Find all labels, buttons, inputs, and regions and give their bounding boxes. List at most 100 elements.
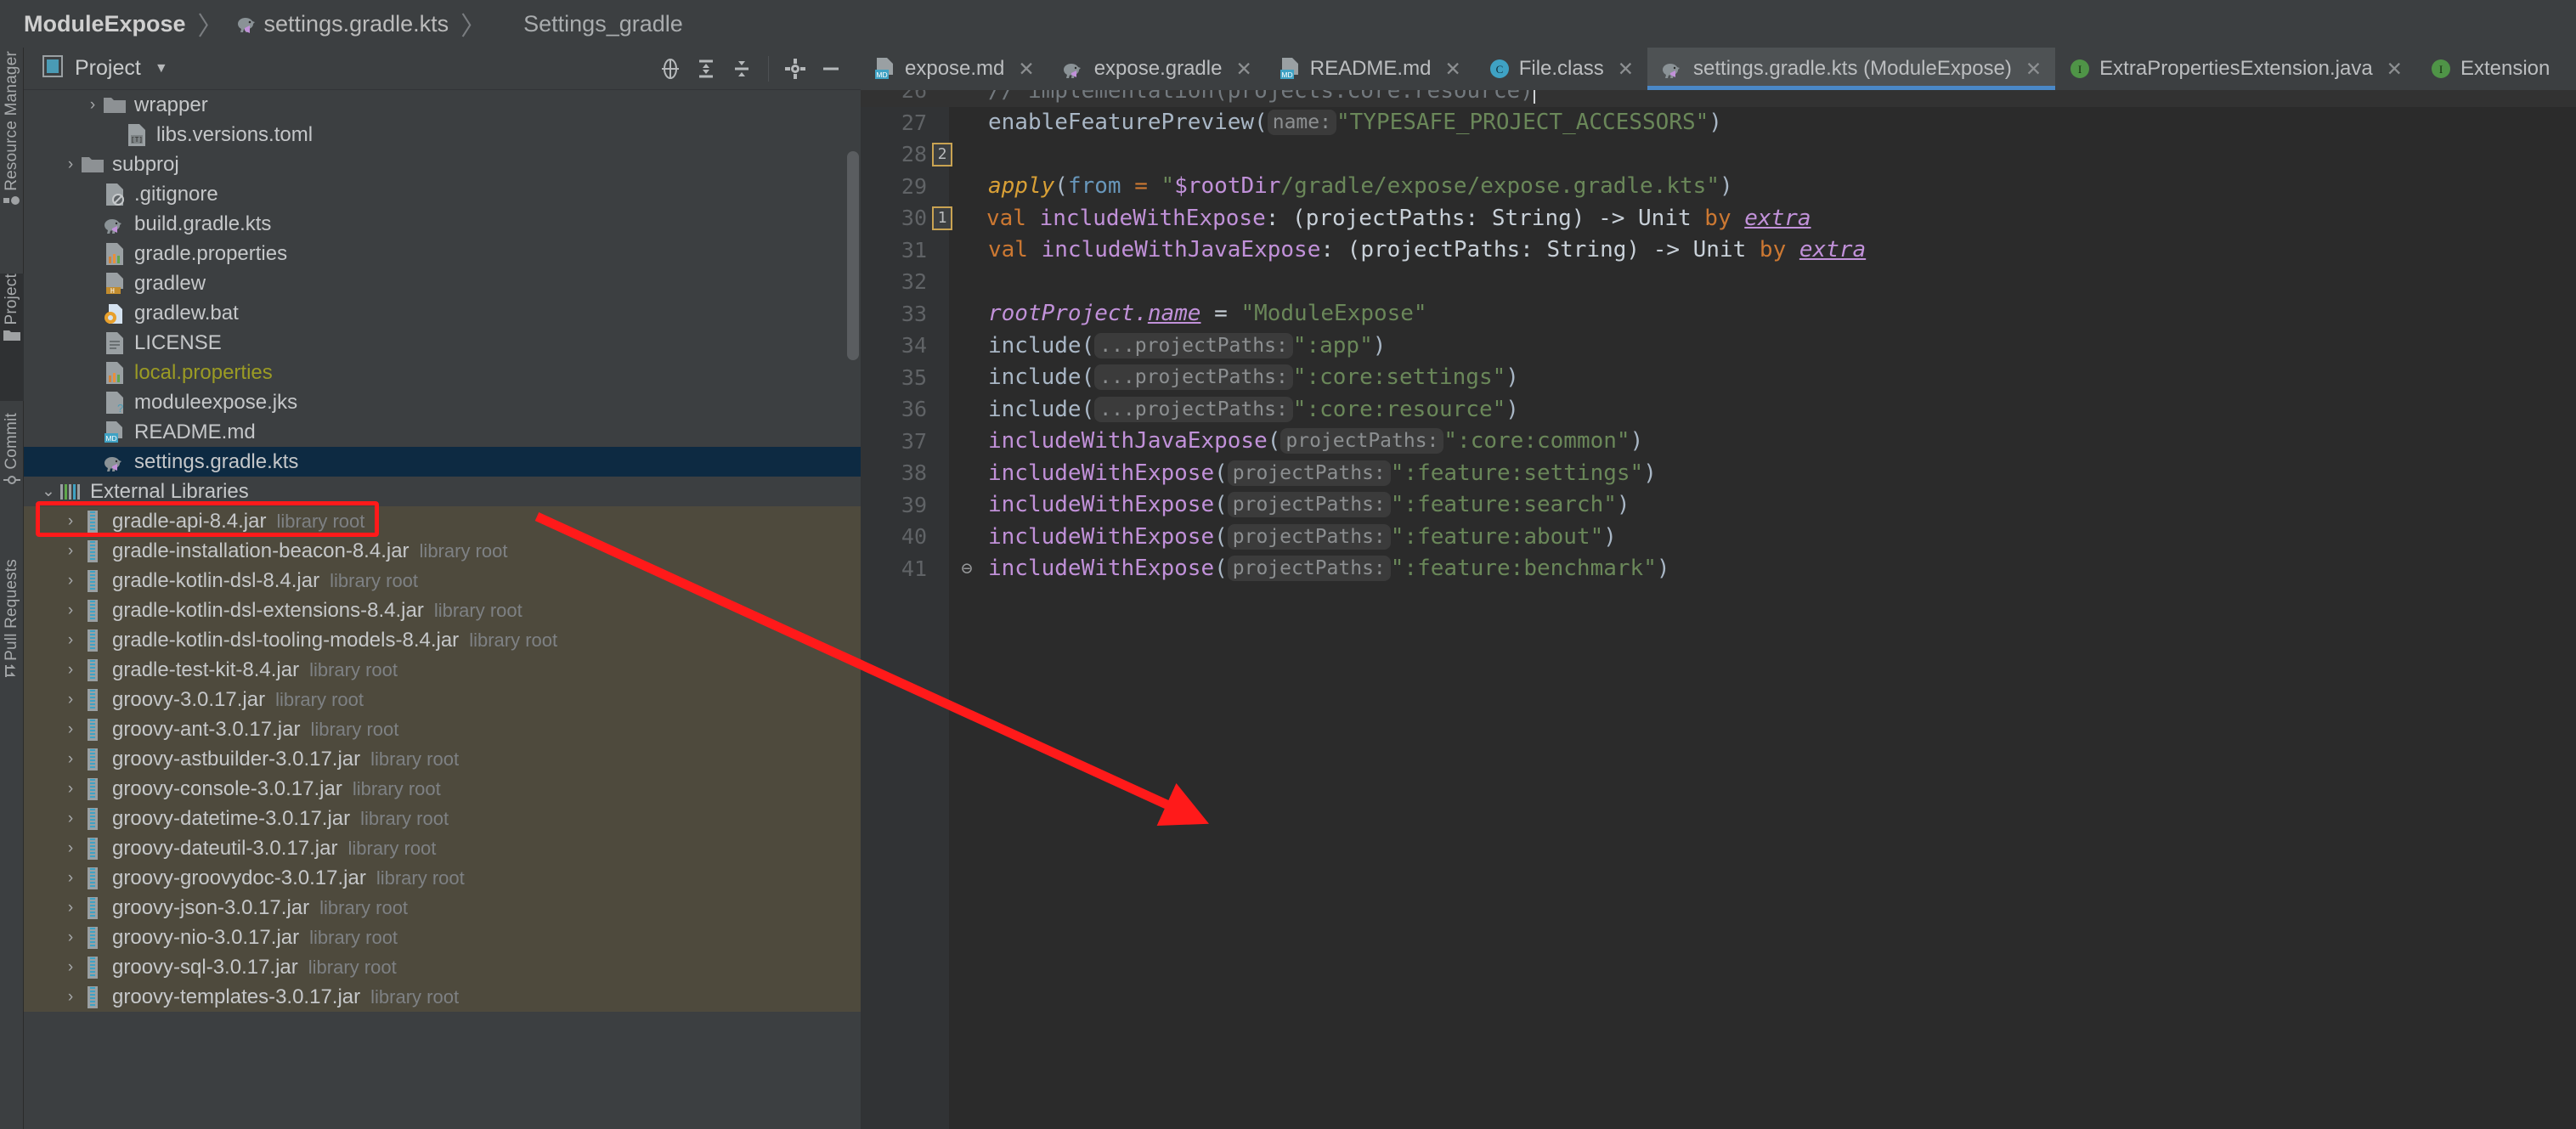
chevron-icon[interactable]: › xyxy=(61,572,80,590)
tree-item[interactable]: ›groovy-ant-3.0.17.jarlibrary root xyxy=(24,714,861,744)
close-icon[interactable]: ✕ xyxy=(2025,58,2042,81)
code-line[interactable]: 33rootProject.name = "ModuleExpose" xyxy=(861,298,2576,330)
line-number[interactable]: 29 xyxy=(861,174,927,199)
line-number[interactable]: 31 xyxy=(861,238,927,262)
chevron-icon[interactable]: › xyxy=(61,869,80,888)
line-number[interactable]: 38 xyxy=(861,460,927,485)
chevron-icon[interactable]: › xyxy=(61,542,80,561)
breadcrumb-project[interactable]: ModuleExpose xyxy=(24,11,186,37)
line-number[interactable]: 35 xyxy=(861,365,927,390)
tree-item[interactable]: ›groovy-json-3.0.17.jarlibrary root xyxy=(24,893,861,923)
code-line[interactable]: 26// implementation(projects.core.resour… xyxy=(861,90,2576,107)
code-line[interactable]: 36include(...projectPaths:":core:resourc… xyxy=(861,393,2576,426)
chevron-icon[interactable]: › xyxy=(61,780,80,799)
close-icon[interactable]: ✕ xyxy=(1618,58,1634,81)
tool-strip-item-project[interactable]: Project xyxy=(0,274,24,401)
tool-strip-item-resource-manager[interactable]: Resource Manager xyxy=(0,51,24,263)
close-icon[interactable]: ✕ xyxy=(1018,58,1034,81)
project-tree-scrollbar[interactable] xyxy=(847,151,859,360)
line-number[interactable]: 28 xyxy=(861,142,927,167)
tree-item[interactable]: gradle.properties xyxy=(24,239,861,268)
tree-item[interactable]: build.gradle.kts xyxy=(24,209,861,239)
code-line[interactable]: 27enableFeaturePreview(name:"TYPESAFE_PR… xyxy=(861,107,2576,139)
tree-item[interactable]: local.properties xyxy=(24,358,861,387)
editor-tab[interactable]: CFile.class✕ xyxy=(1475,48,1647,90)
tree-item[interactable]: ›gradle-kotlin-dsl-extensions-8.4.jarlib… xyxy=(24,596,861,625)
settings-gear-icon[interactable] xyxy=(777,51,813,87)
tree-item[interactable]: ⌄External Libraries xyxy=(24,477,861,506)
chevron-icon[interactable]: › xyxy=(61,750,80,769)
code-fold-icon[interactable]: ⊖ xyxy=(958,558,976,579)
code-line[interactable]: 41⊖includeWithExpose(projectPaths:":feat… xyxy=(861,553,2576,585)
tree-item[interactable]: ›gradle-api-8.4.jarlibrary root xyxy=(24,506,861,536)
line-number[interactable]: 40 xyxy=(861,524,927,549)
breadcrumb-symbol[interactable]: Settings_gradle xyxy=(523,11,683,37)
tree-item[interactable]: ›groovy-sql-3.0.17.jarlibrary root xyxy=(24,952,861,982)
tree-item[interactable]: ›gradle-installation-beacon-8.4.jarlibra… xyxy=(24,536,861,566)
editor-tab[interactable]: IExtension xyxy=(2416,48,2563,90)
tree-item[interactable]: ›gradle-test-kit-8.4.jarlibrary root xyxy=(24,655,861,685)
tree-item[interactable]: ›groovy-dateutil-3.0.17.jarlibrary root xyxy=(24,833,861,863)
tree-item[interactable]: ›groovy-groovydoc-3.0.17.jarlibrary root xyxy=(24,863,861,893)
code-line[interactable]: 34include(...projectPaths:":app") xyxy=(861,330,2576,362)
line-number[interactable]: 30 xyxy=(861,206,927,230)
tree-item[interactable]: LICENSE xyxy=(24,328,861,358)
tree-item[interactable]: ›groovy-3.0.17.jarlibrary root xyxy=(24,685,861,714)
chevron-icon[interactable]: › xyxy=(61,899,80,917)
code-line[interactable]: 31val includeWithJavaExpose: (projectPat… xyxy=(861,234,2576,267)
line-number[interactable]: 26 xyxy=(861,90,927,103)
tree-item[interactable]: ›wrapper xyxy=(24,90,861,120)
code-line[interactable]: 35include(...projectPaths:":core:setting… xyxy=(861,362,2576,394)
tree-item[interactable]: ›subproj xyxy=(24,150,861,179)
tree-item[interactable]: ›groovy-console-3.0.17.jarlibrary root xyxy=(24,774,861,804)
line-number[interactable]: 32 xyxy=(861,269,927,294)
chevron-icon[interactable]: › xyxy=(61,691,80,709)
line-number[interactable]: 34 xyxy=(861,333,927,358)
breadcrumb-file[interactable]: settings.gradle.kts xyxy=(235,11,449,37)
close-icon[interactable]: ✕ xyxy=(1444,58,1460,81)
code-line[interactable]: 38includeWithExpose(projectPaths:":featu… xyxy=(861,457,2576,489)
editor-tab-bar[interactable]: MDexpose.md✕expose.gradle✕MDREADME.md✕CF… xyxy=(861,48,2576,90)
gutter-usage-badge[interactable]: 2 xyxy=(932,143,952,167)
tree-item[interactable]: ›groovy-templates-3.0.17.jarlibrary root xyxy=(24,982,861,1012)
tree-item[interactable]: ›groovy-astbuilder-3.0.17.jarlibrary roo… xyxy=(24,744,861,774)
tree-item[interactable]: Hgradlew xyxy=(24,268,861,298)
code-line[interactable]: 39includeWithExpose(projectPaths:":featu… xyxy=(861,489,2576,522)
chevron-icon[interactable]: › xyxy=(61,958,80,977)
chevron-down-icon[interactable]: ▼ xyxy=(155,61,168,76)
project-tree[interactable]: ›wrapper[T]libs.versions.toml›subproj.gi… xyxy=(24,90,861,1129)
tree-item[interactable]: ›gradle-kotlin-dsl-8.4.jarlibrary root xyxy=(24,566,861,596)
tree-item-selected[interactable]: settings.gradle.kts xyxy=(24,447,861,477)
editor-tab[interactable]: MDexpose.md✕ xyxy=(861,48,1048,90)
line-number[interactable]: 41 xyxy=(861,556,927,581)
line-number[interactable]: 33 xyxy=(861,302,927,326)
tree-item[interactable]: ›gradle-kotlin-dsl-tooling-models-8.4.ja… xyxy=(24,625,861,655)
code-line[interactable]: 32 xyxy=(861,266,2576,298)
chevron-icon[interactable]: › xyxy=(83,96,102,115)
tree-item[interactable]: [T]libs.versions.toml xyxy=(24,120,861,150)
chevron-icon[interactable]: › xyxy=(61,929,80,947)
gutter-usage-badge[interactable]: 1 xyxy=(932,206,952,230)
chevron-icon[interactable]: ⌄ xyxy=(39,482,58,501)
collapse-all-icon[interactable] xyxy=(724,51,760,87)
chevron-icon[interactable]: › xyxy=(61,512,80,531)
code-line[interactable]: 37includeWithJavaExpose(projectPaths:":c… xyxy=(861,426,2576,458)
line-number[interactable]: 36 xyxy=(861,397,927,421)
code-editor[interactable]: 26// implementation(projects.core.resour… xyxy=(861,90,2576,1129)
tree-item[interactable]: ?moduleexpose.jks xyxy=(24,387,861,417)
hide-panel-icon[interactable] xyxy=(813,51,849,87)
close-icon[interactable]: ✕ xyxy=(1235,58,1251,81)
chevron-icon[interactable]: › xyxy=(61,155,80,174)
editor-tab-active[interactable]: settings.gradle.kts (ModuleExpose)✕ xyxy=(1647,48,2055,90)
editor-tab[interactable]: IExtraPropertiesExtension.java✕ xyxy=(2055,48,2416,90)
chevron-icon[interactable]: › xyxy=(61,661,80,680)
close-icon[interactable]: ✕ xyxy=(2387,58,2403,81)
line-number[interactable]: 39 xyxy=(861,493,927,517)
chevron-icon[interactable]: › xyxy=(61,839,80,858)
line-number[interactable]: 27 xyxy=(861,110,927,135)
code-line[interactable]: 301val includeWithExpose: (projectPaths:… xyxy=(861,202,2576,234)
chevron-icon[interactable]: › xyxy=(61,720,80,739)
tree-item[interactable]: gradlew.bat xyxy=(24,298,861,328)
select-opened-file-icon[interactable] xyxy=(652,51,688,87)
editor-tab[interactable]: expose.gradle✕ xyxy=(1048,48,1266,90)
